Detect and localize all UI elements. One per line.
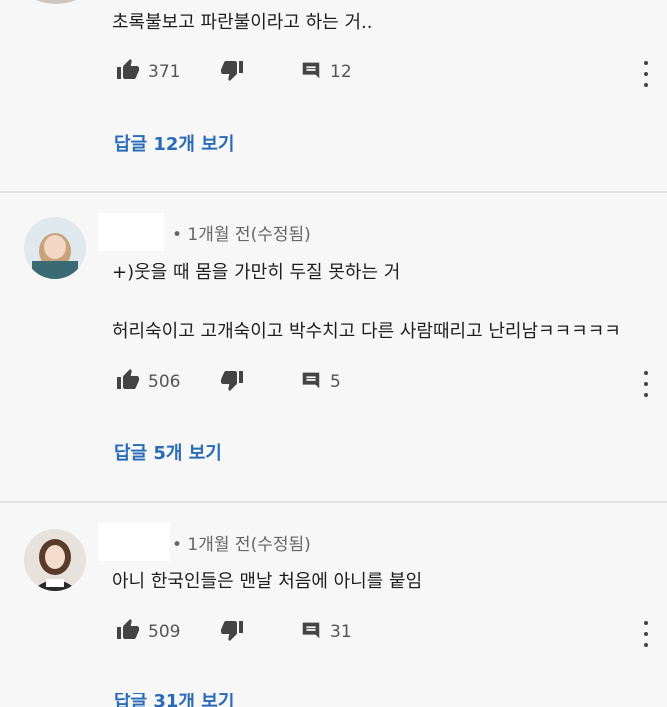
dislike-button[interactable] <box>220 617 244 647</box>
view-replies-link[interactable]: 답글 5개 보기 <box>114 439 222 465</box>
comment-1: 초록불보고 파란불이라고 하는 거.. 371 12 답글 12개 보기 <box>0 0 667 192</box>
comment-actions: 371 12 <box>112 57 652 87</box>
more-vert-icon[interactable] <box>641 371 651 397</box>
comment-icon <box>300 619 322 645</box>
like-button[interactable]: 371 <box>116 57 180 87</box>
comment-text-line-2: 허리숙이고 고개숙이고 박수치고 다른 사람때리고 난리남ㅋㅋㅋㅋㅋ <box>112 321 621 342</box>
like-count: 509 <box>148 622 181 642</box>
more-vert-icon[interactable] <box>641 621 651 647</box>
dislike-button[interactable] <box>220 57 244 87</box>
avatar[interactable] <box>24 217 86 279</box>
author-name[interactable] <box>98 523 170 561</box>
comment-3: • 1개월 전(수정됨) 아니 한국인들은 맨날 처음에 아니를 붙임 509 … <box>0 503 667 707</box>
reply-button[interactable]: 31 <box>300 617 352 647</box>
avatar[interactable] <box>26 0 86 4</box>
view-replies-label: 답글 31개 보기 <box>114 693 235 707</box>
thumbs-down-icon <box>220 368 244 396</box>
reply-count: 31 <box>330 622 352 642</box>
like-button[interactable]: 506 <box>116 367 180 397</box>
thumbs-down-icon <box>220 618 244 646</box>
reply-count: 5 <box>330 372 341 392</box>
comment-text: 초록불보고 파란불이라고 하는 거.. <box>112 12 373 33</box>
comment-icon <box>300 369 322 395</box>
thumbs-up-icon <box>116 368 140 396</box>
comment-time: • 1개월 전(수정됨) <box>172 535 311 555</box>
like-count: 371 <box>148 62 181 82</box>
comment-time: • 1개월 전(수정됨) <box>172 225 311 245</box>
view-replies-link[interactable]: 답글 31개 보기 <box>114 693 234 707</box>
like-button[interactable]: 509 <box>116 617 180 647</box>
comment-text-line-1: +)웃을 때 몸을 가만히 두질 못하는 거 <box>112 262 401 283</box>
reply-count: 12 <box>330 62 352 82</box>
view-replies-link[interactable]: 답글 12개 보기 <box>114 130 234 156</box>
thumbs-up-icon <box>116 618 140 646</box>
thumbs-up-icon <box>116 58 140 86</box>
dislike-button[interactable] <box>220 367 244 397</box>
comment-2: • 1개월 전(수정됨) +)웃을 때 몸을 가만히 두질 못하는 거 허리숙이… <box>0 193 667 501</box>
more-vert-icon[interactable] <box>641 61 651 87</box>
reply-button[interactable]: 12 <box>300 57 352 87</box>
comment-text: 아니 한국인들은 맨날 처음에 아니를 붙임 <box>112 571 423 592</box>
avatar[interactable] <box>24 529 86 591</box>
author-name[interactable] <box>98 213 164 251</box>
like-count: 506 <box>148 372 181 392</box>
reply-button[interactable]: 5 <box>300 367 341 397</box>
comment-actions: 506 5 <box>112 367 652 397</box>
comment-actions: 509 31 <box>112 617 652 647</box>
comment-icon <box>300 59 322 85</box>
thumbs-down-icon <box>220 58 244 86</box>
